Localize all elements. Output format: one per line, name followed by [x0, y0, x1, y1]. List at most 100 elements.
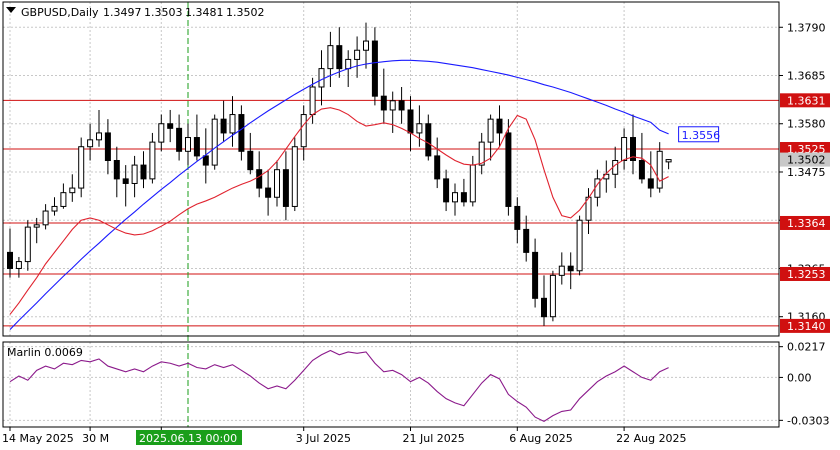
- candle: [185, 123, 191, 166]
- bear-candle-body: [7, 251, 13, 269]
- symbol-title: GBPUSD,Daily: [21, 6, 99, 19]
- candle: [549, 270, 556, 322]
- bear-candle-body: [398, 100, 405, 111]
- candle: [380, 68, 387, 124]
- candle: [78, 137, 85, 198]
- bull-candle-body: [309, 86, 316, 116]
- ohlc-low: 1.3481: [185, 6, 224, 19]
- bull-candle-body: [96, 132, 102, 141]
- candle: [336, 27, 343, 78]
- candle: [7, 228, 13, 278]
- candle: [371, 27, 378, 106]
- trading-chart[interactable]: 1.3556 1.31601.32651.33701.34751.35801.3…: [0, 0, 840, 450]
- bear-candle-body: [496, 118, 503, 134]
- level-label: 1.3631: [787, 94, 826, 107]
- candle: [300, 105, 307, 161]
- ohlc-high: 1.3503: [144, 6, 183, 19]
- candle: [416, 105, 423, 147]
- bear-candle-body: [371, 40, 378, 97]
- bear-candle-body: [407, 109, 414, 134]
- support-resistance-lines: [3, 99, 779, 327]
- bull-candle-body: [42, 210, 49, 226]
- bull-candle-body: [131, 164, 138, 184]
- level-label: 1.3140: [787, 320, 826, 333]
- bear-candle-body: [514, 205, 521, 230]
- indicator-tick-label: 0.00: [787, 371, 812, 384]
- candle: [532, 238, 539, 308]
- candle: [460, 178, 467, 207]
- candle: [104, 119, 111, 175]
- candle: [211, 114, 218, 170]
- candle: [24, 220, 31, 271]
- candle: [149, 132, 156, 184]
- candle: [443, 169, 450, 212]
- candle: [452, 183, 458, 216]
- bull-candle-body: [363, 40, 369, 51]
- candle: [122, 165, 129, 207]
- bull-candle-body: [211, 118, 218, 166]
- candle: [496, 105, 503, 147]
- bear-candle-body: [647, 178, 654, 189]
- bull-candle-body: [15, 261, 22, 269]
- candle: [576, 215, 583, 276]
- candle: [363, 22, 369, 69]
- bull-candle-body: [78, 146, 85, 189]
- candle: [558, 252, 565, 285]
- bull-candle-body: [576, 219, 583, 272]
- dropdown-triangle-icon[interactable]: [6, 7, 16, 13]
- bear-candle-body: [380, 95, 387, 111]
- candle: [274, 160, 280, 207]
- time-tick-label: 21 Jul 2025: [403, 432, 465, 445]
- candle: [434, 137, 441, 189]
- bull-candle-body: [149, 141, 156, 180]
- bear-candle-body: [460, 192, 467, 203]
- candle: [291, 137, 298, 212]
- candle: [567, 252, 574, 290]
- candle: [514, 197, 521, 244]
- candle: [603, 160, 610, 193]
- bear-candle-body: [256, 169, 263, 189]
- indicator-tick-label: 0.0217: [787, 341, 826, 354]
- price-tick-label: 1.3475: [787, 166, 826, 179]
- bull-candle-body: [158, 123, 165, 143]
- price-tick-label: 1.3685: [787, 70, 826, 83]
- bear-candle-body: [140, 164, 147, 180]
- candle: [33, 217, 40, 244]
- bear-candle-body: [247, 150, 254, 171]
- candle: [42, 204, 49, 230]
- chart-header: GBPUSD,Daily 1.3497 1.3503 1.3481 1.3502: [6, 6, 265, 19]
- candle: [256, 151, 263, 198]
- candle: [425, 114, 432, 161]
- bull-candle-body: [300, 114, 307, 148]
- candle: [51, 197, 58, 216]
- bull-candle-body: [51, 205, 58, 212]
- candle: [318, 50, 325, 106]
- bear-candle-body: [541, 297, 547, 318]
- candle: [389, 91, 396, 133]
- ma-value-label: 1.3556: [682, 129, 721, 142]
- bear-candle-body: [202, 155, 209, 166]
- bear-candle-body: [532, 251, 539, 299]
- candle: [469, 155, 476, 207]
- level-label: 1.3364: [787, 217, 826, 230]
- bear-candle-body: [505, 132, 512, 207]
- bear-candle-body: [638, 160, 645, 180]
- bear-candle-body: [434, 155, 441, 180]
- bear-candle-body: [443, 178, 450, 203]
- level-label: 1.3253: [787, 268, 826, 281]
- candle: [158, 114, 165, 152]
- price-tick-label: 1.3580: [787, 118, 826, 131]
- candle: [220, 100, 227, 143]
- candle: [193, 114, 200, 161]
- candle: [398, 86, 405, 124]
- candle: [647, 151, 654, 198]
- indicator-tick-label: -0.0303: [787, 414, 829, 427]
- bear-candle-body: [220, 118, 227, 134]
- time-tick-label: 14 May 2025: [2, 432, 74, 445]
- ohlc-open: 1.3497: [103, 6, 142, 19]
- marlin-indicator-line: [9, 349, 669, 422]
- candle: [69, 174, 76, 202]
- indicator-grid: [3, 342, 779, 427]
- bear-candle-body: [425, 123, 432, 157]
- candle: [96, 109, 102, 147]
